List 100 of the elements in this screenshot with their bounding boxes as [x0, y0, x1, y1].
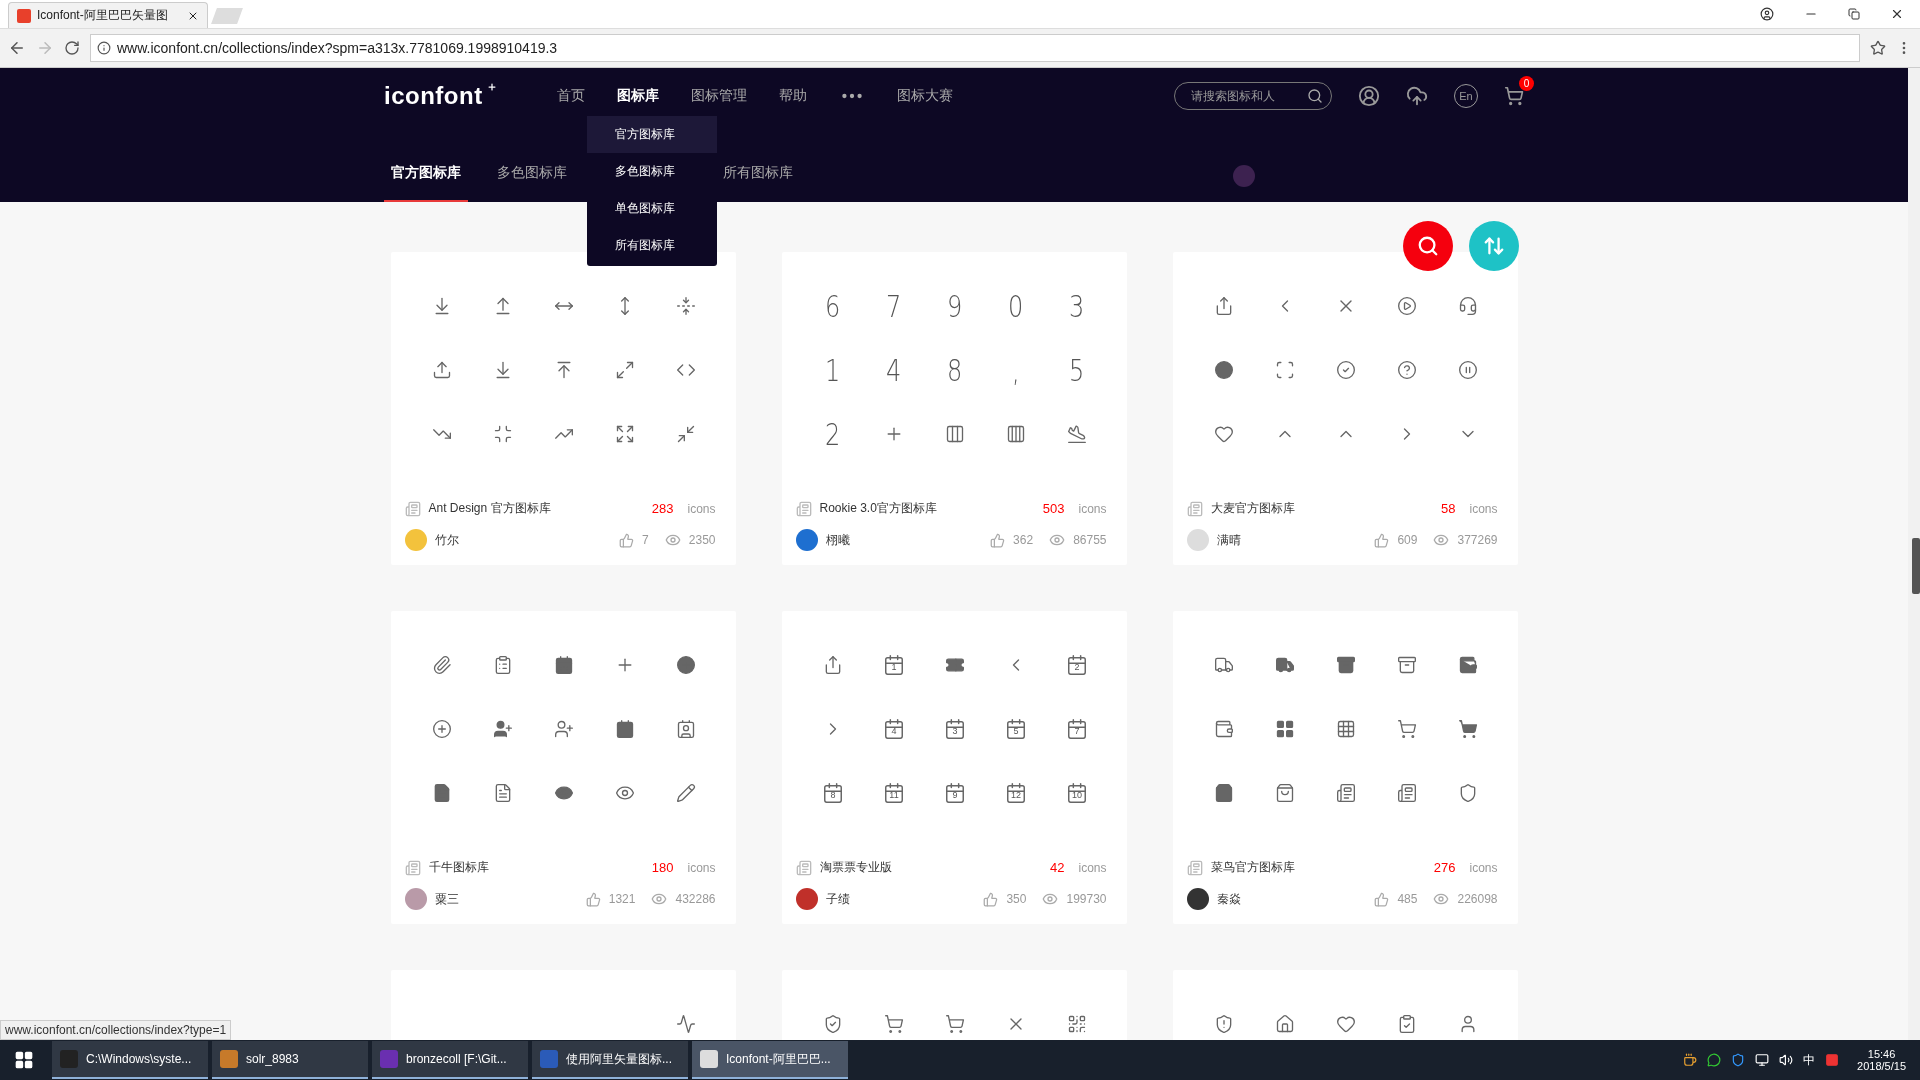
expand-icon — [615, 360, 635, 380]
restore-icon[interactable] — [1848, 8, 1860, 20]
taskbar-item[interactable]: C:\Windows\syste... — [52, 1041, 208, 1079]
menu-item[interactable]: 多色图标库 — [587, 153, 717, 190]
icon-set-card[interactable]: 大麦官方图标库 58 icons 满晴 609 377269 — [1172, 252, 1518, 565]
author-name[interactable]: 竹尔 — [434, 531, 612, 549]
app-icon — [380, 1050, 398, 1068]
wallet-icon — [1458, 655, 1478, 675]
clock[interactable]: 15:46 2018/5/15 — [1857, 1048, 1906, 1072]
plane-icon — [1067, 424, 1087, 444]
count-unit: icons — [1078, 860, 1107, 875]
calendar-day: 9 — [944, 790, 966, 801]
cart-badge: 0 — [1519, 76, 1534, 91]
heart-icon — [1336, 1014, 1356, 1034]
nav-link[interactable]: 帮助 — [778, 87, 807, 105]
clipboard-icon — [493, 655, 513, 675]
search-icon[interactable] — [1307, 88, 1323, 104]
icon-set-card[interactable]: Ant Design 官方图标库 283 icons 竹尔 7 2350 — [390, 252, 736, 565]
set-title[interactable]: 大麦官方图标库 — [1210, 500, 1433, 517]
view-count: 86755 — [1073, 533, 1107, 547]
taskbar-item[interactable]: bronzecoll [F:\Git... — [372, 1041, 528, 1079]
set-title[interactable]: Ant Design 官方图标库 — [428, 500, 644, 517]
share-icon — [1214, 296, 1234, 316]
scrollbar-thumb[interactable] — [1912, 538, 1920, 594]
icon-set-card[interactable]: 6 7 9 0 3 1 4 8 , 5 2 Rookie 3.0官方图标库 503 icons 栩曦 362 86755 — [781, 252, 1127, 565]
author-name[interactable]: 粟三 — [434, 890, 578, 908]
author-name[interactable]: 栩曦 — [825, 531, 983, 549]
view-count: 2350 — [688, 533, 716, 547]
newspaper-icon — [1397, 783, 1417, 803]
add-user-icon — [554, 719, 574, 739]
icon-set-card[interactable]: 1 2 4 3 5 7 8 11 9 12 10 淘票票专业版 42 icons 子绩 350 199730 — [781, 611, 1127, 924]
pencil-icon — [676, 783, 696, 803]
icon-set-card[interactable]: 菜鸟官方图标库 276 icons 秦焱 485 226098 — [1172, 611, 1518, 924]
menu-item[interactable]: 官方图标库 — [587, 116, 717, 153]
sub-tab[interactable]: 官方图标库 — [384, 164, 468, 202]
sub-tab[interactable]: 所有图标库 — [716, 164, 800, 202]
input-method-icon[interactable] — [1825, 1053, 1840, 1067]
icon-count: 58 — [1441, 501, 1456, 516]
chat-icon[interactable] — [1707, 1053, 1722, 1067]
cart-icon[interactable] — [1504, 86, 1524, 106]
author-name[interactable]: 满晴 — [1216, 531, 1367, 549]
set-title[interactable]: Rookie 3.0官方图标库 — [819, 500, 1035, 517]
view-count: 199730 — [1066, 892, 1107, 906]
bookmark-star-icon[interactable] — [1870, 40, 1886, 56]
search-input[interactable]: 请搜索图标和人 — [1189, 88, 1307, 104]
volume-icon[interactable] — [1779, 1053, 1794, 1067]
fold-icon — [676, 296, 696, 316]
view-icon — [1433, 891, 1450, 907]
heart-icon — [1214, 424, 1234, 444]
author-name[interactable]: 子绩 — [825, 890, 976, 908]
set-title[interactable]: 淘票票专业版 — [819, 859, 1042, 876]
author-avatar[interactable] — [795, 888, 818, 910]
menu-item[interactable]: 单色图标库 — [587, 190, 717, 227]
taskbar-item[interactable]: 使用阿里矢量图标... — [532, 1041, 688, 1079]
start-icon[interactable] — [14, 1050, 34, 1070]
set-icon — [404, 500, 421, 517]
back-icon[interactable] — [8, 39, 26, 57]
scrollbar[interactable] — [1908, 68, 1920, 1040]
number-glyph: 2 — [825, 416, 841, 452]
author-avatar[interactable] — [1186, 888, 1209, 910]
pause-icon — [1458, 360, 1478, 380]
search-icon[interactable] — [1417, 235, 1439, 257]
house-icon — [1275, 1014, 1295, 1034]
icon-set-card[interactable]: 千牛图标库 180 icons 粟三 1321 432286 — [390, 611, 736, 924]
view-icon — [1433, 532, 1450, 548]
nav-link[interactable]: 图标库 — [616, 87, 659, 105]
upload-icon[interactable] — [1406, 85, 1428, 107]
app-icon — [540, 1050, 558, 1068]
calendar-day: 3 — [944, 726, 966, 737]
shield-icon — [1214, 1014, 1234, 1034]
reload-icon[interactable] — [64, 40, 80, 56]
avatar-icon[interactable] — [1358, 85, 1380, 107]
nav-link[interactable]: 图标管理 — [690, 87, 747, 105]
view-count: 432286 — [675, 892, 716, 906]
address-bar[interactable]: www.iconfont.cn/collections/index?spm=a313x.7781069.1998910419.3 — [90, 34, 1860, 62]
like-count: 1321 — [608, 892, 636, 906]
set-title[interactable]: 菜鸟官方图标库 — [1210, 859, 1426, 876]
shield-icon[interactable] — [1731, 1053, 1746, 1067]
nav-link[interactable]: 首页 — [556, 87, 585, 105]
number-glyph: 6 — [825, 288, 841, 324]
sub-tab[interactable]: 多色图标库 — [490, 164, 574, 202]
columns-icon — [1006, 424, 1026, 444]
number-glyph: 0 — [1008, 288, 1024, 324]
close-icon[interactable] — [1890, 7, 1904, 21]
logo[interactable]: iconfont — [384, 82, 483, 110]
ime-indicator[interactable]: 中 — [1803, 1051, 1816, 1069]
taskbar-item[interactable]: Iconfont-阿里巴巴... — [692, 1041, 848, 1079]
taskbar-item[interactable]: solr_8983 — [212, 1041, 368, 1079]
profile-icon[interactable] — [1760, 7, 1774, 21]
browser-tab[interactable]: Iconfont-阿里巴巴矢量图 — [8, 2, 208, 28]
search-button[interactable] — [1403, 221, 1453, 271]
url-text: www.iconfont.cn/collections/index?spm=a313x.7781069.1998910419.3 — [117, 40, 558, 56]
author-name[interactable]: 秦焱 — [1216, 890, 1367, 908]
calendar-day: 7 — [1066, 726, 1088, 737]
info-icon[interactable] — [97, 41, 111, 55]
set-title[interactable]: 千牛图标库 — [428, 859, 644, 876]
number-glyph: 1 — [825, 352, 841, 388]
nav-link[interactable]: 图标大赛 — [896, 87, 953, 105]
network-icon[interactable] — [1755, 1053, 1770, 1067]
cup-icon[interactable] — [1683, 1053, 1698, 1067]
